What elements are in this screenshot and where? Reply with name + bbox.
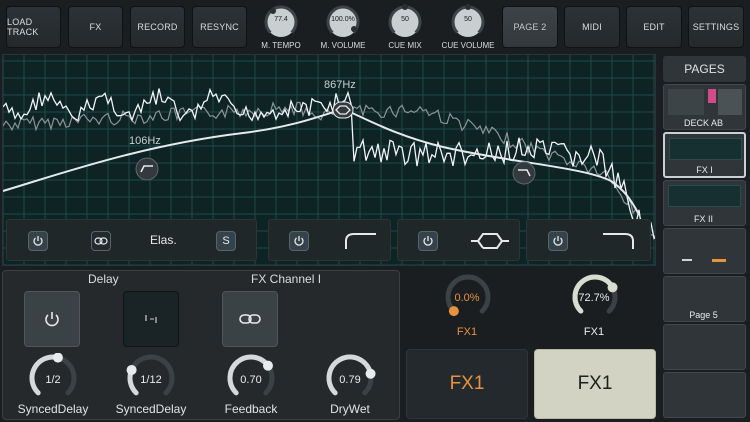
- master-tempo-label: M. TEMPO: [261, 41, 301, 50]
- thumb-preview: [682, 259, 692, 261]
- pages-header: PAGES: [663, 56, 746, 82]
- cue-volume-label: CUE VOLUME: [441, 41, 495, 50]
- power-icon: [553, 236, 563, 246]
- fx-button[interactable]: FX: [68, 6, 123, 48]
- thumb-preview: [668, 185, 741, 207]
- power-icon: [294, 236, 304, 246]
- page-thumb-fx-ii[interactable]: FX II: [663, 180, 746, 226]
- elastic-label[interactable]: Elas.: [150, 233, 177, 247]
- high-shelf-handle-icon[interactable]: [512, 161, 536, 185]
- link-icon: [239, 314, 261, 324]
- delay-effect-panel: Delay FX Channel I 1/2 SyncedDelay 1/12 …: [2, 270, 400, 420]
- edit-button[interactable]: EDIT: [626, 6, 682, 48]
- page-thumb-label: Page 5: [689, 310, 718, 320]
- knob-label: DryWet: [330, 402, 370, 416]
- power-icon: [33, 236, 43, 246]
- fx-knob-value: 0.0%: [454, 292, 480, 304]
- band-4-power-button[interactable]: [548, 231, 568, 251]
- link-button[interactable]: [91, 231, 111, 251]
- low-shelf-handle-icon[interactable]: [135, 157, 159, 181]
- mid-band-frequency: 867Hz: [324, 79, 356, 91]
- cue-volume-value: 50: [464, 16, 472, 23]
- settings-button[interactable]: SETTINGS: [688, 6, 744, 48]
- synced-delay-knob-2[interactable]: 1/12 SyncedDelay: [103, 353, 199, 419]
- low-band-power-button[interactable]: [28, 231, 48, 251]
- bell-band-handle-icon[interactable]: [332, 101, 354, 119]
- thumb-preview: [712, 259, 726, 262]
- power-icon: [423, 236, 433, 246]
- play-sync-icon: [145, 315, 157, 323]
- page-thumb-label: FX II: [693, 214, 713, 224]
- record-button[interactable]: RECORD: [130, 6, 185, 48]
- effect-title: Delay: [88, 272, 119, 286]
- fx-channel-label: FX Channel I: [251, 272, 322, 286]
- knob-label: Feedback: [224, 402, 278, 416]
- low-band-frequency: 106Hz: [129, 135, 161, 147]
- master-volume-knob[interactable]: 100.0% M. VOLUME: [313, 2, 373, 52]
- master-tempo-value: 77.4: [274, 16, 288, 23]
- thumb-preview: [718, 89, 742, 115]
- fx1-button-left[interactable]: FX1: [406, 349, 528, 419]
- fx-knob-label: FX1: [583, 326, 605, 338]
- load-track-button[interactable]: LOAD TRACK: [6, 6, 61, 48]
- page-thumb-label: FX I: [696, 165, 713, 175]
- tap-sync-button[interactable]: [123, 291, 179, 347]
- band-controls-low: Elas. S: [6, 219, 257, 261]
- eq-curve: [3, 107, 640, 216]
- cue-mix-knob[interactable]: 50 CUE MIX: [375, 2, 435, 52]
- fx1-send-knob-left[interactable]: 0.0% FX1: [427, 272, 507, 344]
- page-thumb-4[interactable]: [663, 228, 746, 274]
- knob-value: 0.70: [240, 374, 262, 386]
- page-thumb-7[interactable]: [663, 372, 746, 418]
- feedback-knob[interactable]: 0.70 Feedback: [203, 353, 299, 419]
- knob-value: 1/12: [140, 374, 162, 386]
- page-thumb-deck-ab[interactable]: DECK AB: [663, 84, 746, 130]
- thumb-preview: [669, 138, 742, 160]
- knob-label: SyncedDelay: [17, 402, 89, 416]
- resync-button[interactable]: RESYNC: [192, 6, 247, 48]
- knob-value: 1/2: [45, 374, 61, 386]
- page-thumb-fx-i[interactable]: FX I: [663, 132, 746, 178]
- top-toolbar: LOAD TRACK FX RECORD RESYNC 77.4 M. TEMP…: [0, 0, 750, 52]
- fx-knob-label: FX1: [456, 326, 478, 338]
- solo-button[interactable]: S: [216, 231, 236, 251]
- delay-power-button[interactable]: [24, 291, 80, 347]
- synced-delay-knob-1[interactable]: 1/2 SyncedDelay: [5, 353, 101, 419]
- band-controls-2: [268, 219, 391, 261]
- page-thumb-6[interactable]: [663, 324, 746, 370]
- thumb-preview: [668, 89, 704, 115]
- dry-wet-knob[interactable]: 0.79 DryWet: [302, 353, 398, 419]
- band-3-power-button[interactable]: [418, 231, 438, 251]
- thumb-preview: [708, 89, 716, 103]
- power-icon: [45, 312, 59, 327]
- delay-link-button[interactable]: [222, 291, 278, 347]
- fx1-send-knob-right[interactable]: 72.7% FX1: [554, 272, 634, 344]
- fx1-button-right[interactable]: FX1: [534, 349, 656, 419]
- bell-shape-icon[interactable]: [470, 231, 510, 251]
- low-shelf-shape-icon[interactable]: [344, 231, 378, 251]
- pages-sidebar: PAGES DECK AB FX I FX II Page 5: [660, 54, 750, 422]
- knob-value: 0.79: [339, 374, 361, 386]
- master-tempo-knob[interactable]: 77.4 M. TEMPO: [251, 2, 311, 52]
- fx-knob-value: 72.7%: [578, 292, 610, 304]
- page-thumb-label: DECK AB: [683, 118, 723, 128]
- page-thumb-5[interactable]: Page 5: [663, 276, 746, 322]
- master-volume-value: 100.0%: [331, 16, 355, 23]
- knob-label: SyncedDelay: [115, 402, 187, 416]
- cue-volume-knob[interactable]: 50 CUE VOLUME: [438, 2, 498, 52]
- cue-mix-value: 50: [401, 16, 409, 23]
- band-controls-4: [526, 219, 651, 261]
- master-volume-label: M. VOLUME: [320, 41, 366, 50]
- cue-mix-label: CUE MIX: [388, 41, 422, 50]
- high-shelf-shape-icon[interactable]: [601, 231, 635, 251]
- link-icon: [94, 237, 108, 245]
- band-controls-3: [397, 219, 520, 261]
- page-2-button[interactable]: PAGE 2: [502, 6, 558, 48]
- band-2-power-button[interactable]: [289, 231, 309, 251]
- midi-button[interactable]: MIDI: [564, 6, 620, 48]
